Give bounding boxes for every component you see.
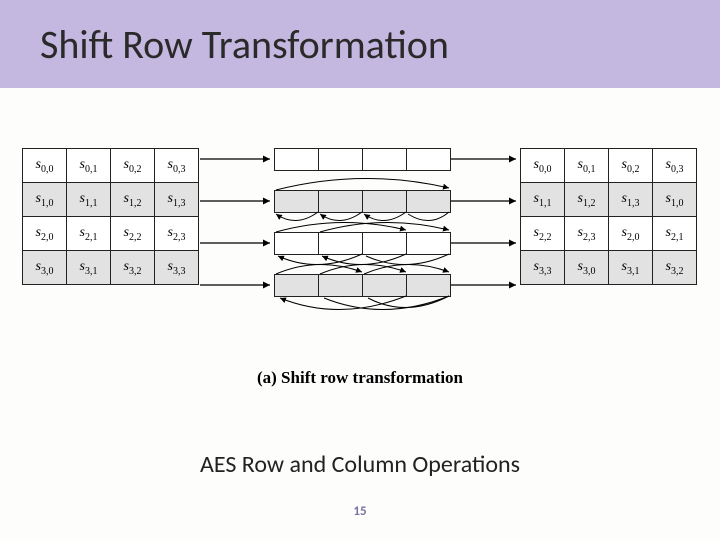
slide-title: Shift Row Transformation bbox=[40, 20, 449, 69]
shift-row-2 bbox=[274, 232, 451, 255]
cell: s1,0 bbox=[653, 183, 697, 217]
cell: s2,1 bbox=[653, 217, 697, 251]
cell: s2,0 bbox=[609, 217, 653, 251]
diagram: s0,0 s0,1 s0,2 s0,3 s1,0 s1,1 s1,2 s1,3 … bbox=[0, 128, 720, 448]
slide-subtitle: AES Row and Column Operations bbox=[0, 450, 720, 479]
cell: s2,1 bbox=[67, 217, 111, 251]
cell: s0,3 bbox=[653, 149, 697, 183]
cell: s1,2 bbox=[565, 183, 609, 217]
cell: s3,2 bbox=[653, 251, 697, 285]
slide-header: Shift Row Transformation bbox=[0, 0, 720, 88]
cell: s0,1 bbox=[565, 149, 609, 183]
cell: s3,2 bbox=[111, 251, 155, 285]
cell: s3,3 bbox=[155, 251, 199, 285]
shift-row-1 bbox=[274, 190, 451, 213]
cell: s3,3 bbox=[521, 251, 565, 285]
page-number: 15 bbox=[0, 504, 720, 519]
cell: s0,0 bbox=[521, 149, 565, 183]
cell: s2,3 bbox=[565, 217, 609, 251]
cell: s0,0 bbox=[23, 149, 67, 183]
cell: s2,2 bbox=[521, 217, 565, 251]
cell: s0,2 bbox=[111, 149, 155, 183]
cell: s1,1 bbox=[67, 183, 111, 217]
output-state-grid: s0,0 s0,1 s0,2 s0,3 s1,1 s1,2 s1,3 s1,0 … bbox=[520, 148, 697, 285]
cell: s3,0 bbox=[565, 251, 609, 285]
input-state-grid: s0,0 s0,1 s0,2 s0,3 s1,0 s1,1 s1,2 s1,3 … bbox=[22, 148, 199, 285]
cell: s1,0 bbox=[23, 183, 67, 217]
cell: s1,3 bbox=[609, 183, 653, 217]
shift-row-0 bbox=[274, 148, 451, 171]
cell: s3,0 bbox=[23, 251, 67, 285]
cell: s0,1 bbox=[67, 149, 111, 183]
shift-row-3 bbox=[274, 274, 451, 297]
cell: s1,3 bbox=[155, 183, 199, 217]
cell: s2,2 bbox=[111, 217, 155, 251]
cell: s3,1 bbox=[67, 251, 111, 285]
cell: s3,1 bbox=[609, 251, 653, 285]
cell: s1,2 bbox=[111, 183, 155, 217]
cell: s0,2 bbox=[609, 149, 653, 183]
cell: s2,0 bbox=[23, 217, 67, 251]
cell: s1,1 bbox=[521, 183, 565, 217]
cell: s0,3 bbox=[155, 149, 199, 183]
cell: s2,3 bbox=[155, 217, 199, 251]
figure-caption-a: (a) Shift row transformation bbox=[0, 368, 720, 388]
